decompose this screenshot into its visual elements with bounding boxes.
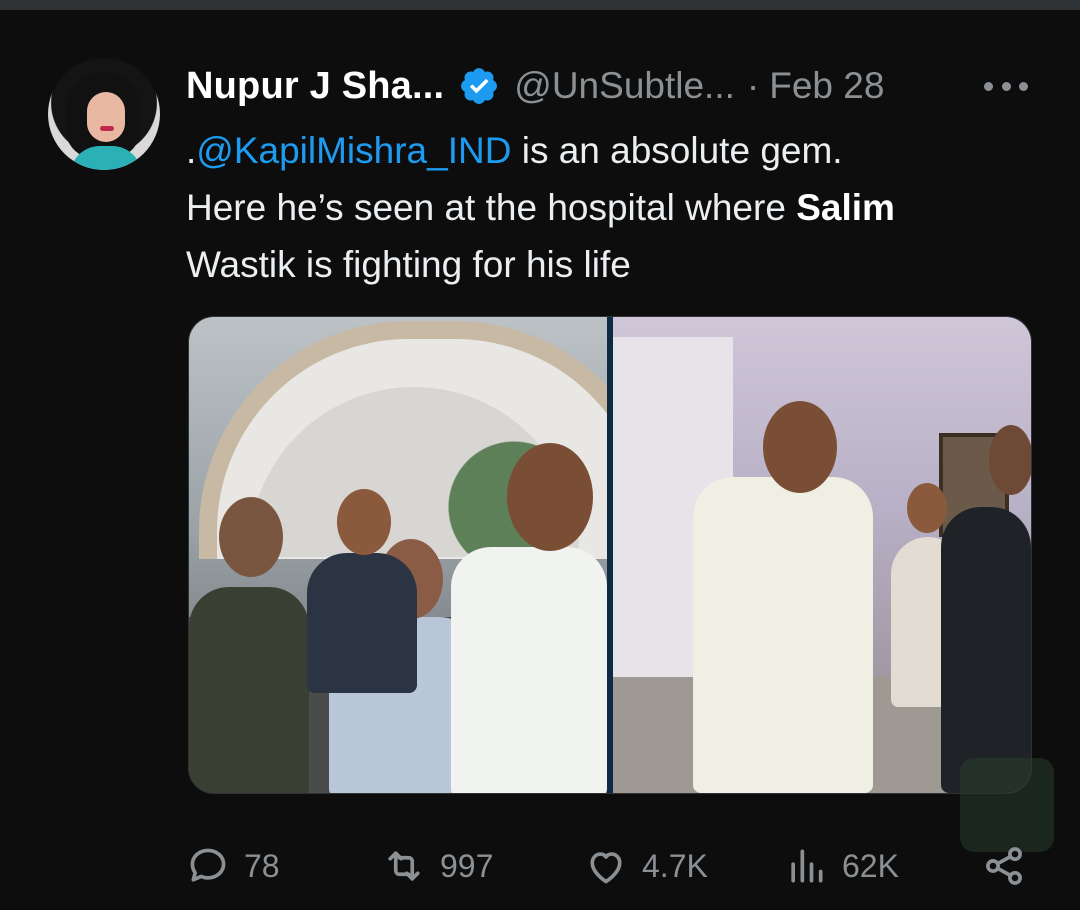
photo-left[interactable] <box>189 317 607 793</box>
avatar-lip <box>100 126 114 131</box>
views-button[interactable]: 62K <box>784 838 899 894</box>
views-count: 62K <box>842 847 899 884</box>
share-button[interactable] <box>982 838 1026 894</box>
person-5 <box>693 477 873 793</box>
person-7 <box>941 507 1031 793</box>
action-bar: 78 997 4.7K 62K <box>186 838 1036 894</box>
person-6-head <box>907 483 947 533</box>
text-line3: Wastik is fighting for his life <box>186 244 631 285</box>
repost-count: 997 <box>440 847 494 884</box>
verified-badge-icon <box>461 68 498 104</box>
reply-icon <box>190 848 226 882</box>
like-icon <box>590 852 622 884</box>
person-3-head <box>507 443 593 551</box>
person-1-head <box>219 497 283 577</box>
tweet-header: Nupur J Sha... @UnSubtle... · Feb 28 <box>186 64 884 108</box>
repost-button[interactable]: 997 <box>382 838 493 894</box>
views-icon <box>791 849 823 883</box>
mention-link[interactable]: @KapilMishra_IND <box>196 130 511 171</box>
photo-right[interactable] <box>613 317 1031 793</box>
like-button[interactable]: 4.7K <box>584 838 708 894</box>
repost-icon <box>388 851 420 881</box>
reply-button[interactable]: 78 <box>186 838 280 894</box>
person-5-head <box>763 401 837 493</box>
like-count: 4.7K <box>642 847 708 884</box>
avatar-face <box>87 92 125 142</box>
share-icon <box>986 847 1022 885</box>
separator-dot: · <box>746 65 760 106</box>
person-7-head <box>989 425 1031 495</box>
text-line2: Here he’s seen at the hospital where <box>186 187 797 228</box>
person-1 <box>189 587 309 793</box>
text-prefix: . <box>186 130 197 171</box>
avatar[interactable] <box>48 58 160 170</box>
reply-count: 78 <box>244 847 280 884</box>
person-4-head <box>337 489 391 555</box>
bold-name: Salim <box>796 187 895 228</box>
text-line1-suffix: is an absolute gem. <box>511 130 843 171</box>
tweet-card[interactable]: Nupur J Sha... @UnSubtle... · Feb 28 .@K… <box>0 10 1080 910</box>
top-divider <box>0 0 1080 10</box>
more-options-icon[interactable] <box>984 68 1028 104</box>
author-name[interactable]: Nupur J Sha... <box>186 65 444 108</box>
person-4 <box>307 553 417 693</box>
author-handle[interactable]: @UnSubtle... <box>514 65 735 107</box>
tweet-date[interactable]: Feb 28 <box>769 65 884 107</box>
person-3 <box>451 547 607 793</box>
media-grid[interactable] <box>188 316 1032 794</box>
tweet-text: .@KapilMishra_IND is an absolute gem. He… <box>186 122 1036 293</box>
